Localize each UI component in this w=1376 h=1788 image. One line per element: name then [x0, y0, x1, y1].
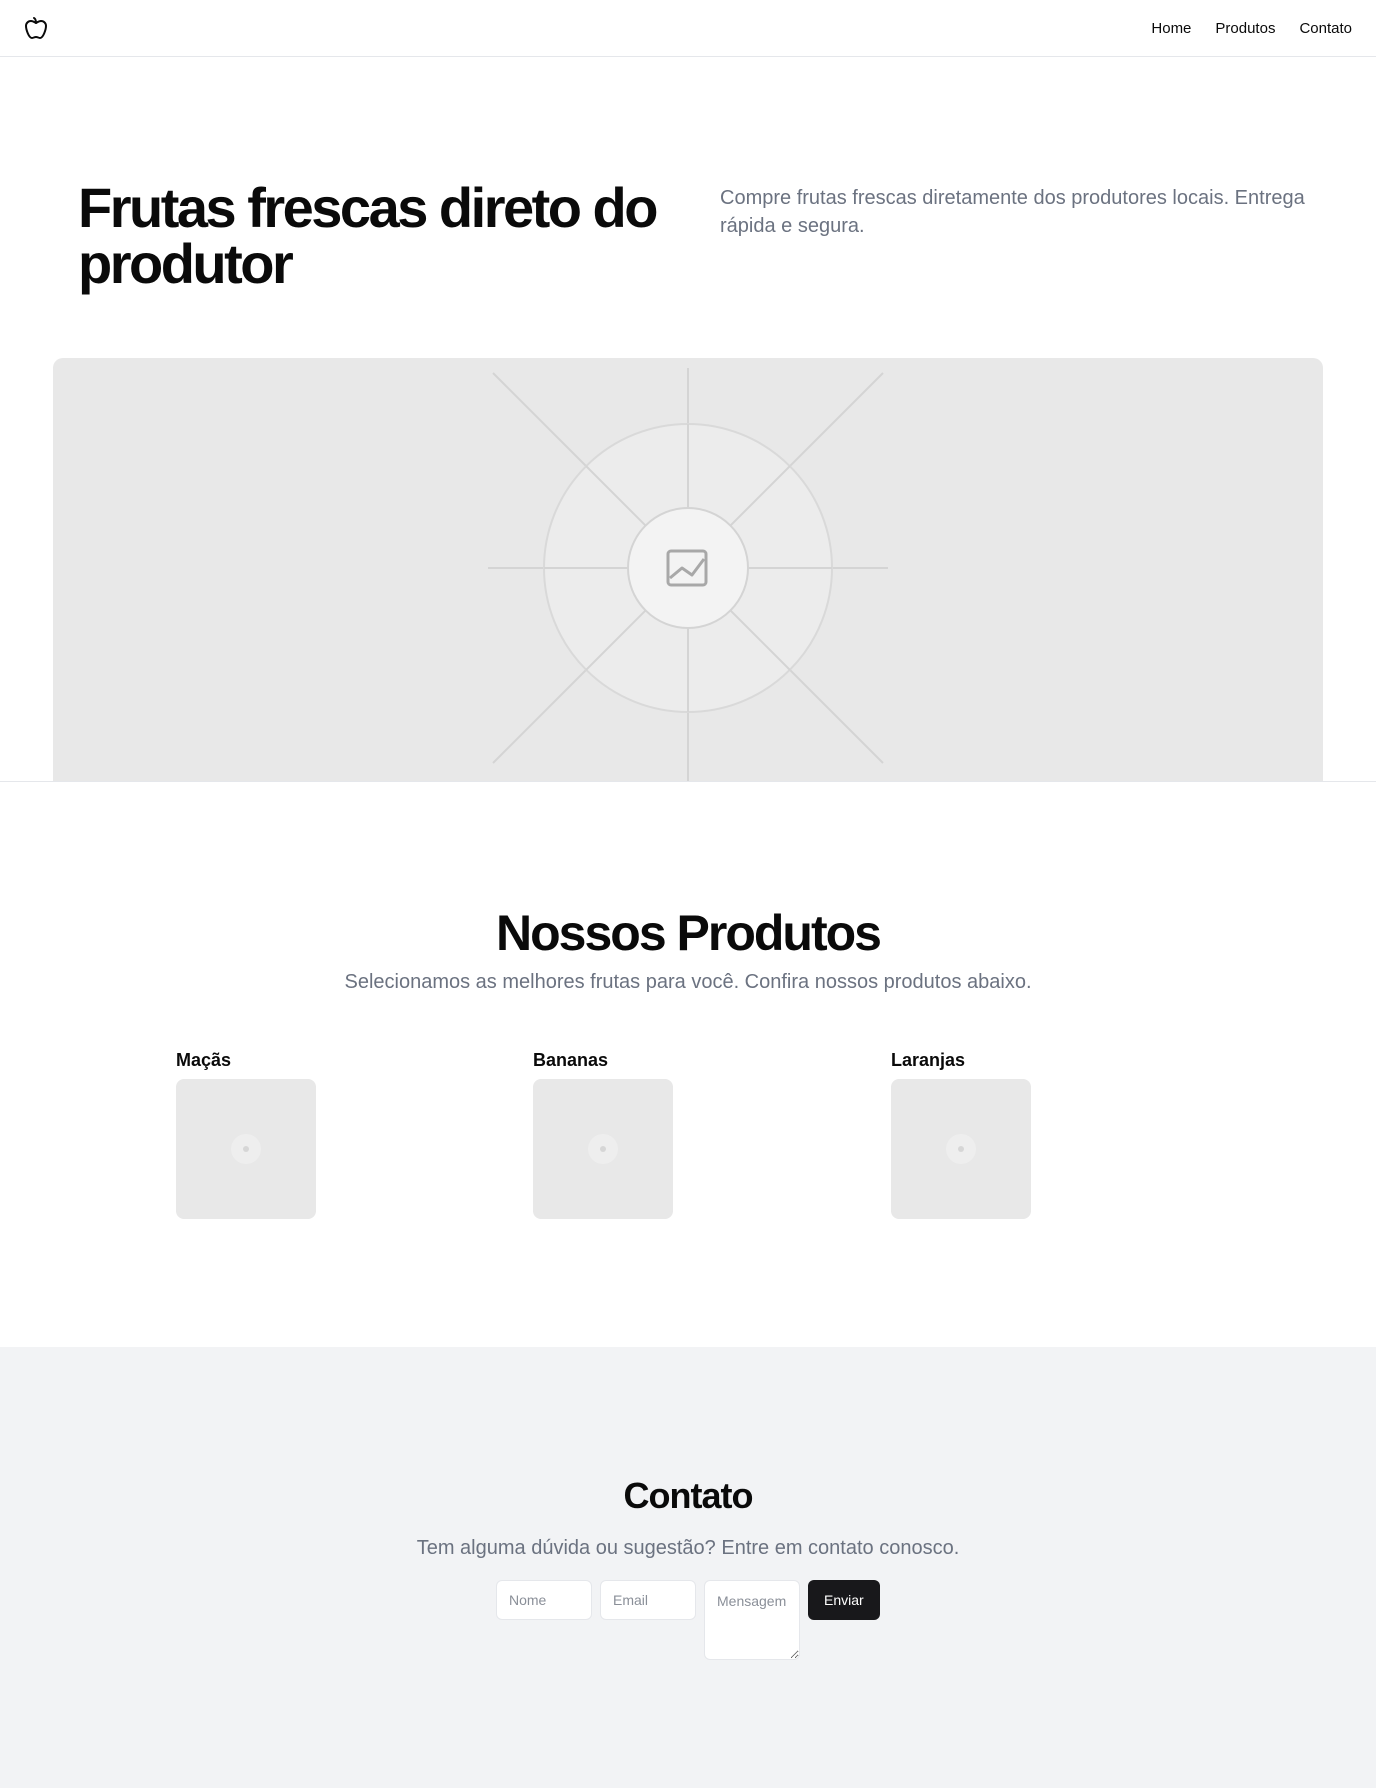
email-input[interactable]: [600, 1580, 696, 1620]
product-image-placeholder: [176, 1079, 316, 1219]
products-title: Nossos Produtos: [496, 905, 882, 961]
nav-link-home[interactable]: Home: [1151, 20, 1191, 37]
placeholder-dot-icon: [600, 1146, 606, 1152]
submit-button[interactable]: Enviar: [808, 1580, 880, 1620]
contact-title: Contato: [623, 1475, 754, 1516]
product-name: Bananas: [533, 1050, 609, 1070]
contact-form: Enviar: [496, 1580, 880, 1660]
hero-subtitle: Compre frutas frescas diretamente dos pr…: [720, 187, 1305, 237]
name-input[interactable]: [496, 1580, 592, 1620]
product-card-laranjas[interactable]: Laranjas: [891, 1048, 1051, 1219]
section-divider: [0, 781, 1376, 782]
product-name: Maçãs: [176, 1050, 232, 1070]
hero-image-placeholder: [53, 358, 1323, 782]
contact-section: Contato Tem alguma dúvida ou sugestão? E…: [0, 1347, 1376, 1788]
hero-title: Frutas frescas direto do produtor: [78, 176, 658, 295]
product-image-placeholder: [533, 1079, 673, 1219]
nav-link-produtos[interactable]: Produtos: [1215, 20, 1275, 37]
product-image-placeholder: [891, 1079, 1031, 1219]
product-card-bananas[interactable]: Bananas: [533, 1048, 693, 1219]
placeholder-dot-icon: [243, 1146, 249, 1152]
contact-subtitle: Tem alguma dúvida ou sugestão? Entre em …: [416, 1537, 960, 1559]
nav-link-contato[interactable]: Contato: [1299, 20, 1352, 37]
nav-links: Home Produtos Contato: [1151, 0, 1352, 56]
message-textarea[interactable]: [704, 1580, 800, 1660]
apple-icon[interactable]: [24, 16, 48, 40]
product-card-macas[interactable]: Maçãs: [176, 1048, 336, 1219]
products-subtitle: Selecionamos as melhores frutas para voc…: [344, 971, 1032, 993]
navbar: Home Produtos Contato: [0, 0, 1376, 57]
placeholder-dot-icon: [958, 1146, 964, 1152]
product-name: Laranjas: [891, 1050, 966, 1070]
image-placeholder-graphic: [488, 368, 888, 782]
